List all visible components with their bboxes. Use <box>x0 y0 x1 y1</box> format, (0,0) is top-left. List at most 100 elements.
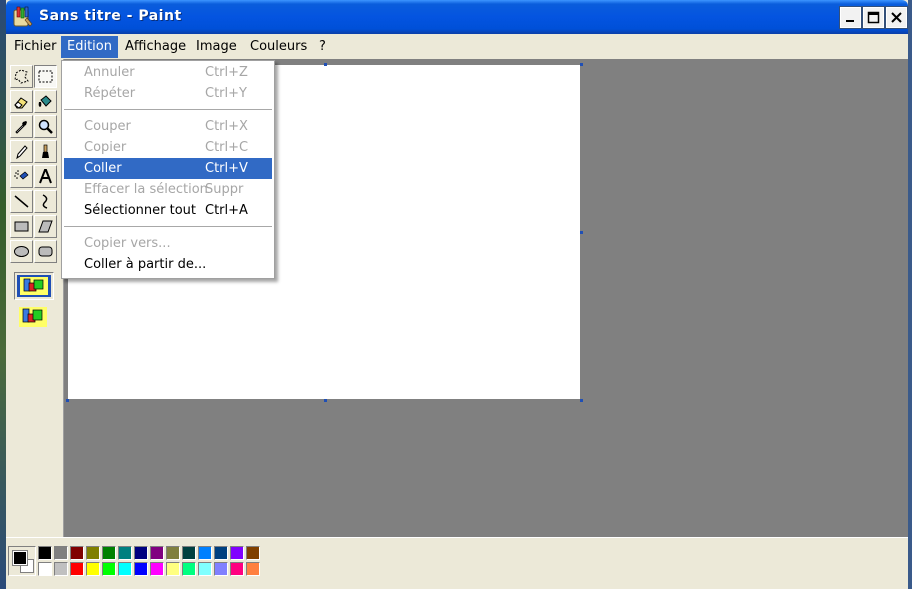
palette-swatch[interactable] <box>70 546 84 560</box>
minimize-button[interactable] <box>839 6 862 29</box>
paint-bucket-icon <box>38 95 52 107</box>
menu-bar: Fichier Edition Affichage Image Couleurs… <box>6 34 908 59</box>
close-icon <box>891 12 902 23</box>
menu-separator <box>64 226 272 227</box>
toolbox <box>6 59 64 537</box>
current-colors <box>8 546 36 576</box>
palette-swatch[interactable] <box>198 562 212 576</box>
opaque-selection-icon <box>17 275 51 297</box>
window-title: Sans titre - Paint <box>39 8 182 24</box>
palette-swatch[interactable] <box>38 562 52 576</box>
menu-fichier[interactable]: Fichier <box>8 36 63 58</box>
palette-swatch[interactable] <box>102 562 116 576</box>
eraser-icon <box>14 97 28 109</box>
palette-swatch[interactable] <box>38 546 52 560</box>
brush-icon <box>42 144 49 158</box>
palette-swatch[interactable] <box>54 546 68 560</box>
tool-airbrush[interactable] <box>10 165 33 188</box>
rect-select-icon <box>38 70 53 83</box>
palette-swatch[interactable] <box>214 546 228 560</box>
desktop-background-right <box>908 0 912 589</box>
menu-item-coller[interactable]: Coller Ctrl+V <box>64 158 272 179</box>
menu-image[interactable]: Image <box>190 36 243 58</box>
palette-swatch[interactable] <box>102 546 116 560</box>
menu-separator <box>64 109 272 110</box>
menu-item-selectionner-tout[interactable]: Sélectionner tout Ctrl+A <box>64 200 272 221</box>
tool-text[interactable] <box>34 165 57 188</box>
selection-transparent-option[interactable] <box>14 304 54 332</box>
palette-swatch[interactable] <box>214 562 228 576</box>
palette-swatch[interactable] <box>118 562 132 576</box>
curve-icon <box>42 194 48 209</box>
tool-eraser[interactable] <box>10 90 33 113</box>
palette-swatch[interactable] <box>150 562 164 576</box>
title-bar[interactable]: Sans titre - Paint <box>6 0 908 34</box>
resize-handle-bottom-right[interactable] <box>580 399 583 402</box>
tool-curve[interactable] <box>34 190 57 213</box>
palette-swatch[interactable] <box>246 562 260 576</box>
tool-rounded-rectangle[interactable] <box>34 240 57 263</box>
text-icon <box>39 169 52 184</box>
close-button[interactable] <box>885 6 908 29</box>
menu-help[interactable]: ? <box>313 36 332 58</box>
palette-swatch[interactable] <box>150 546 164 560</box>
palette-swatch[interactable] <box>70 562 84 576</box>
palette-swatch[interactable] <box>86 562 100 576</box>
menu-item-copier-vers[interactable]: Copier vers... <box>64 233 272 254</box>
resize-handle-top <box>324 63 327 66</box>
transparent-selection-icon <box>19 307 47 327</box>
resize-handle-top-right <box>580 63 583 66</box>
palette-swatch[interactable] <box>86 546 100 560</box>
selection-opaque-option[interactable] <box>14 272 54 300</box>
tool-color-picker[interactable] <box>10 115 33 138</box>
minimize-icon <box>846 20 854 22</box>
palette-swatch[interactable] <box>166 546 180 560</box>
tool-brush[interactable] <box>34 140 57 163</box>
menu-item-coller-a-partir-de[interactable]: Coller à partir de... <box>64 254 272 275</box>
magnifier-icon <box>38 119 53 134</box>
tool-pencil[interactable] <box>10 140 33 163</box>
tool-line[interactable] <box>10 190 33 213</box>
rounded-rectangle-icon <box>38 246 53 257</box>
menu-item-annuler[interactable]: Annuler Ctrl+Z <box>64 62 272 83</box>
palette-swatch[interactable] <box>134 562 148 576</box>
eyedropper-icon <box>15 121 27 134</box>
tool-fill[interactable] <box>34 90 57 113</box>
palette-swatch[interactable] <box>118 546 132 560</box>
ellipse-icon <box>14 246 29 257</box>
tool-ellipse[interactable] <box>10 240 33 263</box>
menu-item-effacer-selection[interactable]: Effacer la sélection Suppr <box>64 179 272 200</box>
palette-swatch[interactable] <box>54 562 68 576</box>
menu-item-repeter[interactable]: Répéter Ctrl+Y <box>64 83 272 104</box>
polygon-icon <box>38 220 53 233</box>
pencil-icon <box>16 145 28 160</box>
tool-rectangle[interactable] <box>10 215 33 238</box>
tool-polygon[interactable] <box>34 215 57 238</box>
resize-handle-bottom[interactable] <box>324 399 327 402</box>
palette-swatch[interactable] <box>246 546 260 560</box>
palette-swatch[interactable] <box>166 562 180 576</box>
edit-menu-dropdown: Annuler Ctrl+Z Répéter Ctrl+Y Couper Ctr… <box>61 60 275 279</box>
rectangle-icon <box>14 221 29 232</box>
line-icon <box>14 195 29 208</box>
palette-swatch[interactable] <box>182 546 196 560</box>
paint-window: Sans titre - Paint Fichier Edition Affic… <box>6 0 908 589</box>
resize-handle-right[interactable] <box>580 231 583 234</box>
menu-affichage[interactable]: Affichage <box>119 36 192 58</box>
paint-app-icon <box>13 6 33 27</box>
palette-swatch[interactable] <box>230 562 244 576</box>
maximize-button[interactable] <box>862 6 885 29</box>
palette-swatch[interactable] <box>134 546 148 560</box>
color-palette-bar <box>6 537 908 589</box>
menu-edition[interactable]: Edition <box>61 36 118 58</box>
menu-couleurs[interactable]: Couleurs <box>244 36 313 58</box>
maximize-icon <box>867 11 880 24</box>
menu-item-copier[interactable]: Copier Ctrl+C <box>64 137 272 158</box>
palette-swatch[interactable] <box>198 546 212 560</box>
tool-magnifier[interactable] <box>34 115 57 138</box>
palette-swatch[interactable] <box>182 562 196 576</box>
palette-swatch[interactable] <box>230 546 244 560</box>
tool-rect-select[interactable] <box>34 65 57 88</box>
tool-free-select[interactable] <box>10 65 33 88</box>
menu-item-couper[interactable]: Couper Ctrl+X <box>64 116 272 137</box>
